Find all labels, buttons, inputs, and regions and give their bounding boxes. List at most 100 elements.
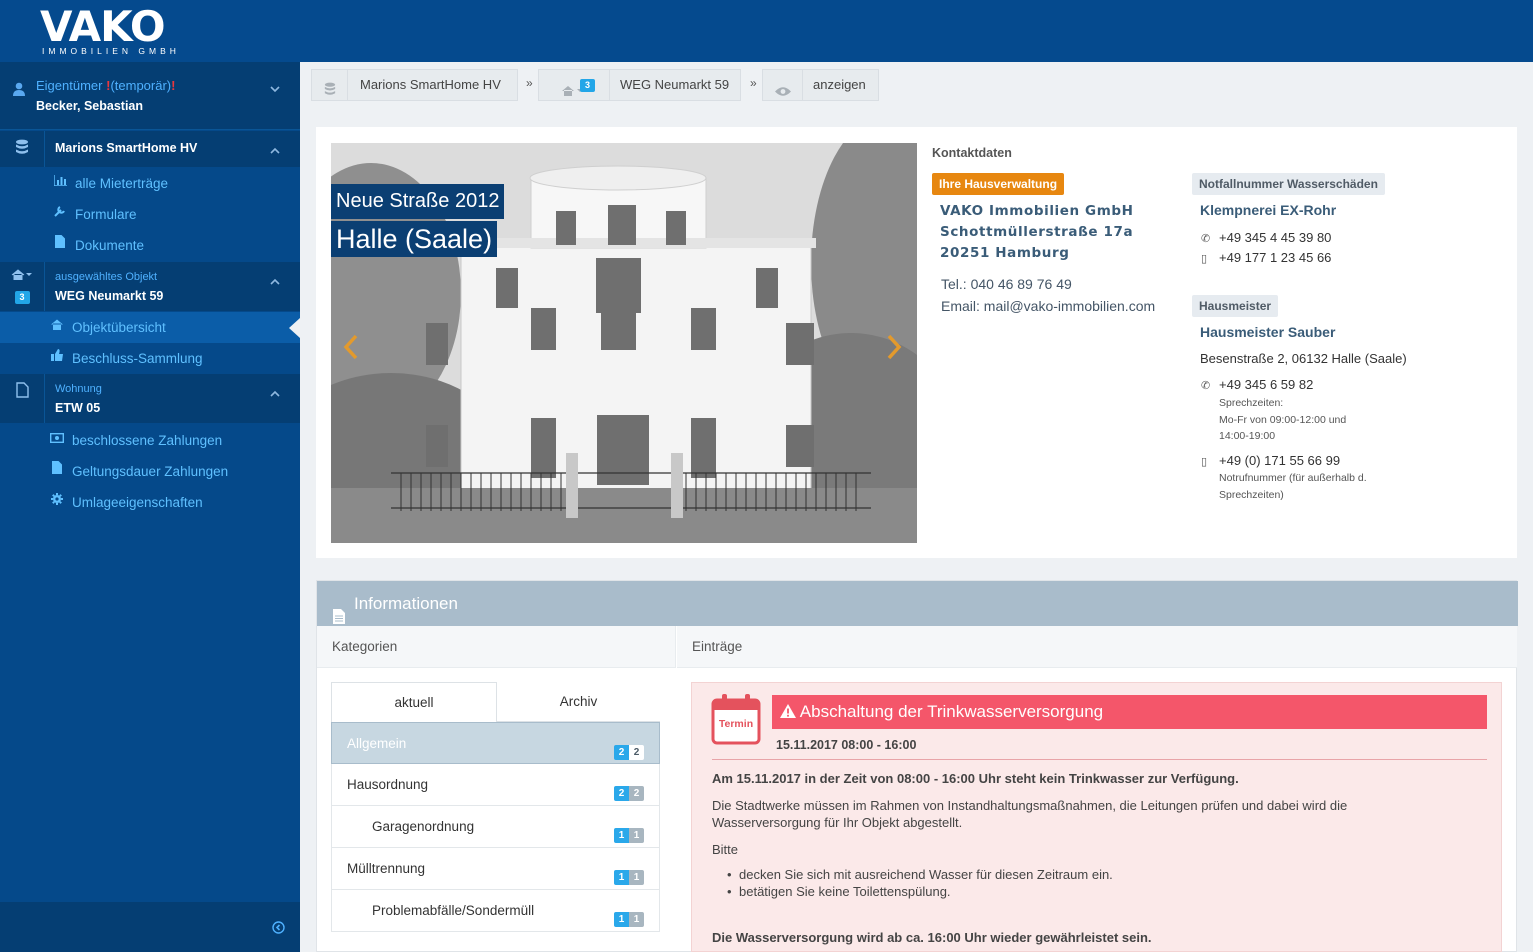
hausmeister-emergency-note: Notrufnummer (für außerhalb d. Sprechzei… [1219,470,1367,503]
calendar-icon: Termin [711,693,763,745]
hours-line1: Mo-Fr von 09:00-12:00 und [1219,413,1347,426]
count-total: 1 [629,828,644,843]
breadcrumb-object-label: WEG Neumarkt 59 [620,77,730,92]
category-item[interactable]: Mülltrennung 11 [331,848,660,890]
tab-archive[interactable]: Archiv [497,682,660,722]
chevron-up-icon[interactable] [270,388,280,400]
count-new: 2 [614,786,629,801]
chevron-up-icon[interactable] [270,276,280,288]
category-label: Garagenordnung [372,819,475,834]
breadcrumb-hv[interactable]: Marions SmartHome HV [311,69,518,101]
category-tabs: aktuell Archiv [331,682,660,722]
hausmeister-hours: Sprechzeiten: Mo-Fr von 09:00-12:00 und … [1219,395,1346,445]
count-total: 2 [629,786,644,801]
section-unit-small: Wohnung [55,383,102,395]
sidebar-item-label: Umlageeigenschaften [72,495,203,510]
category-item[interactable]: Problemabfälle/Sondermüll 11 [331,890,660,932]
breadcrumb-object[interactable]: 3 WEG Neumarkt 59 [538,69,741,101]
warning-icon [780,702,800,721]
hausmeister-phone[interactable]: ✆ +49 345 6 59 82 [1201,377,1313,392]
brand-logo[interactable]: VAKO IMMOBILIEN GMBH [40,2,180,57]
notfall-phone[interactable]: ✆ +49 345 4 45 39 80 [1201,230,1331,245]
entry-please: Bitte [712,842,739,857]
count-total: 1 [629,912,644,927]
phone-icon: ✆ [1201,380,1211,392]
category-item[interactable]: Hausordnung 22 [331,764,660,806]
sidebar-item-umlage[interactable]: Umlageeigenschaften [0,487,300,518]
gear-icon [49,487,65,518]
section-hv[interactable]: Marions SmartHome HV [0,131,300,167]
section-unit[interactable]: Wohnung ETW 05 [0,374,300,423]
calendar-label: Termin [718,718,754,730]
breadcrumb-separator: » [526,76,533,90]
category-label: Mülltrennung [347,861,426,876]
breadcrumb-view[interactable]: anzeigen [762,69,879,101]
wrench-icon [52,199,68,230]
hausmeister-mobile[interactable]: ▯ +49 (0) 171 55 66 99 [1201,453,1340,468]
notfall-tag: Notfallnummer Wasserschäden [1192,173,1385,195]
sidebar-footer [0,902,300,952]
slider-caption-city: Halle (Saale) [331,221,498,257]
database-icon [312,70,348,100]
hv-tag: Ihre Hausverwaltung [932,173,1065,195]
sidebar-item-zahlungen[interactable]: beschlossene Zahlungen [0,425,300,456]
slider-caption-street: Neue Straße 2012 [331,184,505,219]
category-label: Problemabfälle/Sondermüll [372,903,535,918]
chevron-up-icon[interactable] [270,145,280,157]
top-bar: VAKO IMMOBILIEN GMBH [0,0,1533,62]
entry-title[interactable]: Abschaltung der Trinkwasserversorgung [772,695,1487,729]
brand-name: VAKO [40,2,166,51]
count-new: 1 [614,870,629,885]
file-icon [52,230,68,261]
tab-current[interactable]: aktuell [331,682,497,722]
notfall-mobile[interactable]: ▯ +49 177 1 23 45 66 [1201,250,1331,265]
notfall-mobile-number: +49 177 1 23 45 66 [1219,250,1332,265]
count-total: 2 [629,745,644,760]
contact-heading: Kontaktdaten [932,146,1012,160]
money-icon [49,425,65,456]
hausmeister-phone-number: +49 345 6 59 82 [1219,377,1314,392]
mobile-icon: ▯ [1201,456,1208,468]
sidebar-item-label: beschlossene Zahlungen [72,433,223,448]
section-unit-title: ETW 05 [55,401,101,415]
hv-email[interactable]: Email: mail@vako-immobilien.com [941,298,1155,314]
emergency-note-line1: Notrufnummer (für außerhalb d. [1219,472,1367,484]
image-slider[interactable]: Neue Straße 2012 Halle (Saale) [331,143,917,543]
entry-closing: Die Wasserversorgung wird ab ca. 16:00 U… [712,930,1152,945]
category-label: Hausordnung [347,777,429,792]
user-menu[interactable]: Eigentümer !(temporär)! Becker, Sebastia… [0,62,300,130]
entry-bullet: decken Sie sich mit ausreichend Wasser f… [727,867,1113,882]
chevron-down-icon[interactable] [270,84,280,96]
sidebar-item-objektuebersicht[interactable]: Objektübersicht [0,312,300,343]
user-role-label: Eigentümer [36,78,103,93]
sidebar-item-dokumente[interactable]: Dokumente [0,230,300,261]
section-object[interactable]: 3 ausgewähltes Objekt WEG Neumarkt 59 [0,262,300,311]
sidebar: Eigentümer !(temporär)! Becker, Sebastia… [0,62,300,952]
notfall-name: Klempnerei EX-Rohr [1200,202,1337,218]
home-icon: 3 [0,262,45,311]
phone-icon: ✆ [1201,233,1211,245]
hv-name: VAKO Immobilien GmbH [940,203,1134,219]
database-icon [0,131,45,167]
entry-date: 15.11.2017 08:00 - 16:00 [776,738,917,752]
entry-lead: Am 15.11.2017 in der Zeit von 08:00 - 16… [712,771,1239,786]
category-item[interactable]: Garagenordnung 11 [331,806,660,848]
hours-label: Sprechzeiten: [1219,397,1284,409]
user-role: Eigentümer !(temporär)! [36,78,175,93]
sidebar-item-label: Dokumente [75,238,145,253]
thumbs-up-icon [49,343,65,374]
count-total: 1 [629,870,644,885]
sidebar-item-beschluss[interactable]: Beschluss-Sammlung [0,343,300,374]
count-new: 2 [614,745,629,760]
category-count: 11 [614,902,644,943]
sidebar-item-label: Objektübersicht [72,320,166,335]
collapse-sidebar-icon[interactable] [272,921,285,937]
hausmeister-mobile-number: +49 (0) 171 55 66 99 [1219,453,1341,468]
sidebar-item-mietertraege[interactable]: alle Mieterträge [0,168,300,199]
brand-sub: IMMOBILIEN GMBH [42,46,180,56]
sidebar-item-formulare[interactable]: Formulare [0,199,300,230]
breadcrumb-view-label: anzeigen [813,77,866,92]
category-item[interactable]: Allgemein 22 [331,722,660,764]
sidebar-item-geltungsdauer[interactable]: Geltungsdauer Zahlungen [0,456,300,487]
notfall-phone-number: +49 345 4 45 39 80 [1219,230,1332,245]
